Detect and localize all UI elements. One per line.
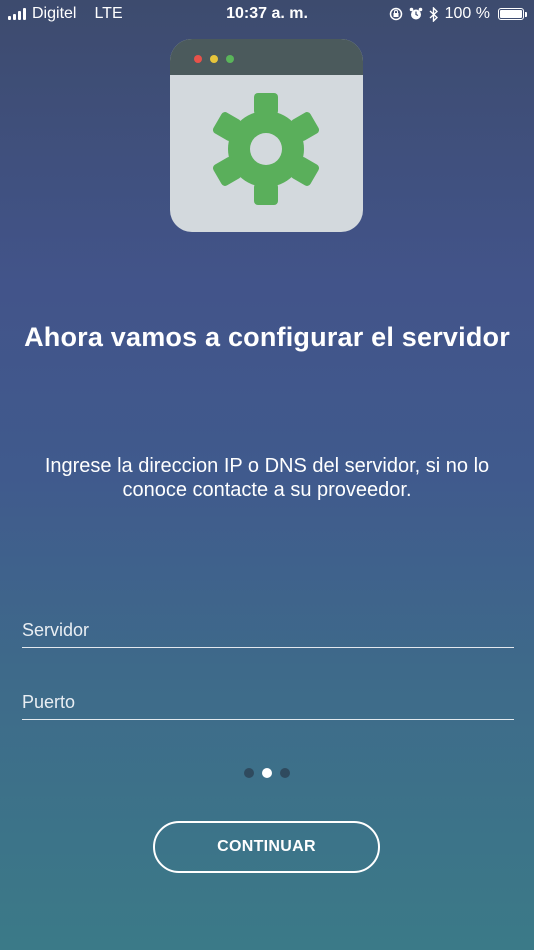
server-settings-illustration — [170, 39, 363, 232]
page-dot-3[interactable] — [280, 768, 290, 778]
page-dot-1[interactable] — [244, 768, 254, 778]
page-dot-2[interactable] — [262, 768, 272, 778]
server-input[interactable] — [22, 613, 514, 647]
window-close-dot — [194, 55, 202, 63]
status-right: 100 % — [389, 5, 527, 23]
page-indicator — [0, 768, 534, 778]
battery-icon — [498, 8, 527, 20]
gear-icon — [212, 93, 320, 205]
window-maximize-dot — [226, 55, 234, 63]
page-subtitle: Ingrese la direccion IP o DNS del servid… — [44, 455, 490, 501]
port-input[interactable] — [22, 685, 514, 719]
page-title: Ahora vamos a configurar el servidor — [24, 322, 510, 352]
continue-button[interactable]: CONTINUAR — [153, 821, 380, 873]
bluetooth-icon — [429, 6, 438, 22]
window-minimize-dot — [210, 55, 218, 63]
alarm-icon — [409, 7, 422, 20]
server-field — [22, 613, 514, 648]
window-title-bar — [170, 39, 363, 75]
battery-percent: 100 % — [444, 5, 490, 22]
port-field — [22, 685, 514, 720]
rotation-lock-icon — [389, 7, 402, 21]
status-bar: Digitel LTE 10:37 a. m. 100 % — [0, 0, 534, 28]
